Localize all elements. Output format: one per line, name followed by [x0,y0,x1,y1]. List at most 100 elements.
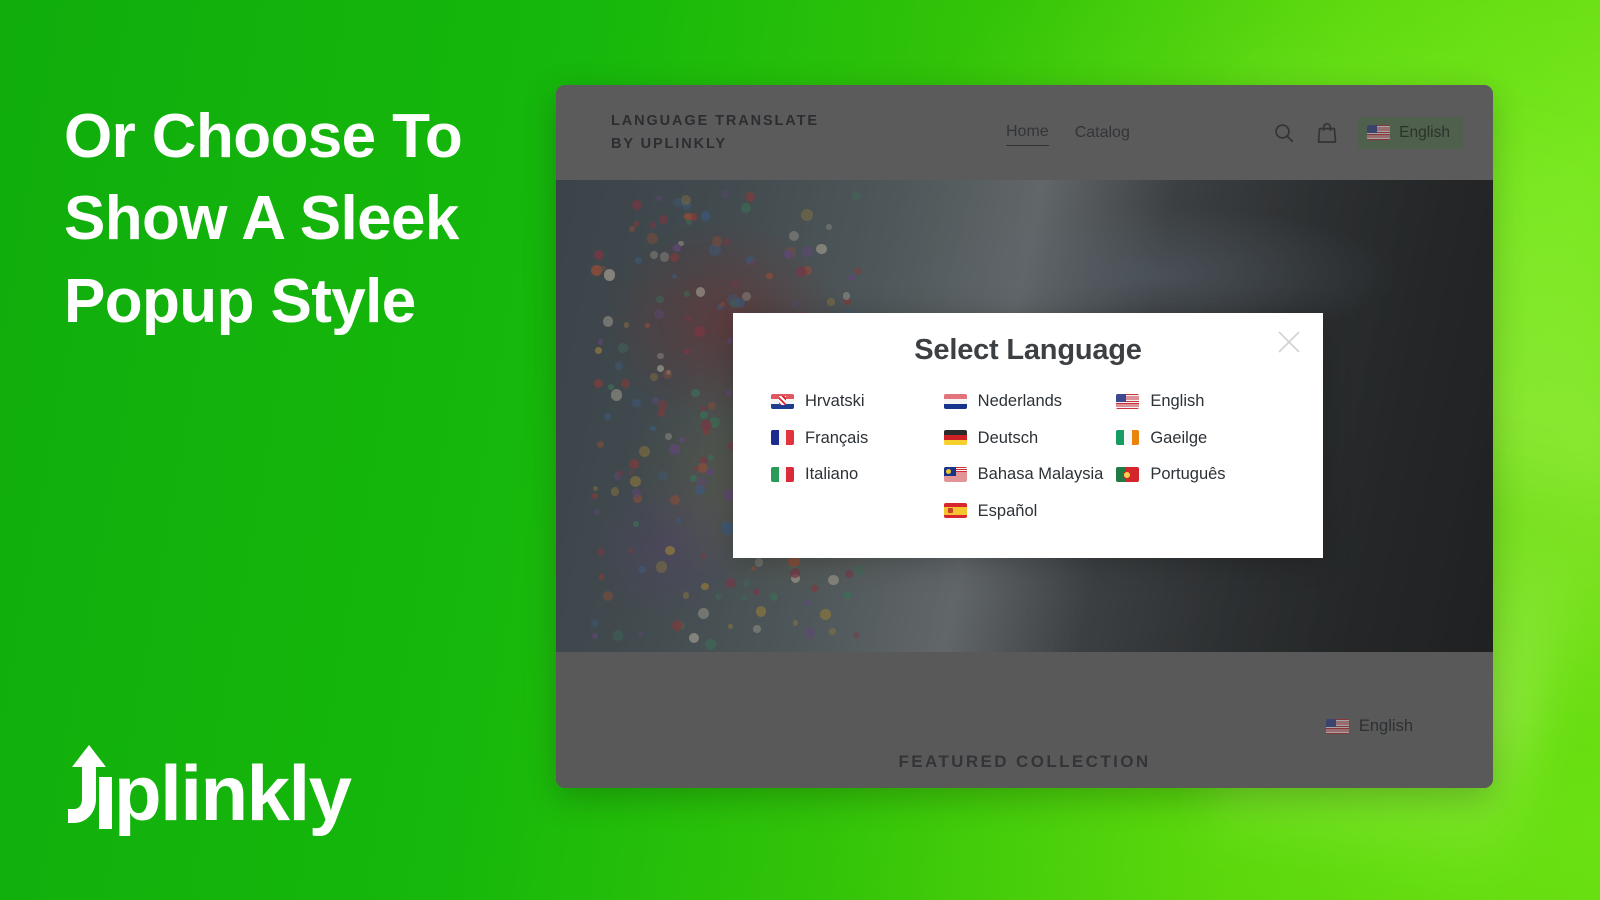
language-option-label: English [1150,392,1205,410]
map-pin [671,273,677,280]
site-header: Language Translate By Uplinkly Home Cata… [556,85,1493,180]
map-pin [770,593,778,601]
map-pin [843,591,852,599]
map-pin [696,476,708,488]
language-option-nl[interactable]: Nederlands [943,393,1117,410]
flag-my-icon [943,466,967,482]
map-pin [816,243,827,255]
language-option-label: Hrvatski [805,392,865,410]
flag-hr-icon [771,393,794,409]
language-option-pt[interactable]: Português [1116,466,1289,483]
floating-language-label: English [1358,717,1413,735]
map-pin [628,226,635,233]
map-pin [637,631,644,637]
language-option-es[interactable]: Español [943,502,1117,520]
map-pin [820,609,831,620]
language-option-hr[interactable]: Hrvatski [771,393,944,410]
map-pin [633,221,640,228]
map-pin [681,194,692,205]
map-pin [853,564,864,576]
map-pin [714,592,723,601]
map-pin [603,591,613,601]
map-pin [650,425,656,432]
map-pin [711,236,722,247]
logo-wordmark: plinkly [114,749,352,838]
map-pin [845,570,854,578]
map-pin [684,212,692,220]
map-pin [742,580,750,588]
map-pin [656,295,664,304]
map-pin [828,574,839,586]
map-pin [825,224,832,230]
map-pin [669,252,680,263]
map-pin [800,209,813,221]
map-pin [675,517,682,524]
map-pin [591,492,598,500]
map-pin [726,294,739,307]
floating-language-widget[interactable]: English [1325,717,1413,736]
store-preview-window: Language Translate By Uplinkly Home Cata… [556,85,1493,788]
language-option-label: Português [1150,465,1226,483]
map-pin [629,476,641,488]
flag-nl-icon [943,393,967,409]
map-pin [639,446,651,457]
map-pin [701,582,709,591]
site-title: Language Translate By Uplinkly [611,113,819,152]
map-pin [684,290,691,297]
map-pin [591,633,598,639]
close-icon[interactable] [1272,325,1306,359]
map-pin [754,558,764,568]
map-pin [727,624,734,630]
map-pin [721,523,734,535]
flag-it-icon [771,466,794,482]
map-pin [612,630,624,641]
language-grid-spacer [771,503,944,520]
header-language-selector[interactable]: English [1357,116,1463,149]
map-pin [645,323,651,329]
flag-ie-icon [1116,430,1140,446]
map-pin [631,200,642,211]
map-pin [693,326,706,338]
map-pin [649,221,656,228]
map-pin [708,454,714,461]
flag-pt-icon [1116,466,1140,482]
map-pin [678,437,685,444]
map-pin [638,565,646,574]
language-option-it[interactable]: Italiano [771,466,944,483]
map-pin [720,189,729,198]
map-pin [673,243,682,252]
map-pin [829,628,836,635]
map-pin [803,627,816,639]
language-option-de[interactable]: Deutsch [943,428,1117,447]
map-pin [723,237,732,246]
map-pin [755,606,767,617]
map-pin [628,470,634,476]
map-pin [853,266,862,275]
map-pin [596,440,605,448]
map-pin [851,191,862,201]
nav-link-catalog[interactable]: Catalog [1075,121,1130,145]
map-pin [742,594,748,601]
map-pin [804,600,810,606]
map-pin [783,250,794,260]
language-option-label: Deutsch [977,428,1039,447]
cart-icon[interactable] [1314,120,1340,146]
map-pin [792,619,799,626]
language-option-ie[interactable]: Gaeilge [1116,429,1289,447]
language-option-fr[interactable]: Français [771,429,944,447]
search-icon[interactable] [1271,120,1297,146]
map-pin [688,633,699,644]
map-pin [731,280,739,288]
map-pin [647,233,658,244]
map-pin [602,316,614,327]
map-pin [704,638,717,651]
map-pin [698,608,710,620]
language-option-us[interactable]: English [1116,393,1289,410]
featured-collection-heading: Featured Collection [898,752,1151,771]
map-pin [669,443,681,455]
language-option-my[interactable]: Bahasa Malaysia [943,466,1117,483]
nav-link-home[interactable]: Home [1006,120,1049,146]
map-pin [853,632,861,640]
map-pin [792,301,798,308]
promo-banner: Or Choose To Show A Sleek Popup Style pl… [0,0,1600,900]
